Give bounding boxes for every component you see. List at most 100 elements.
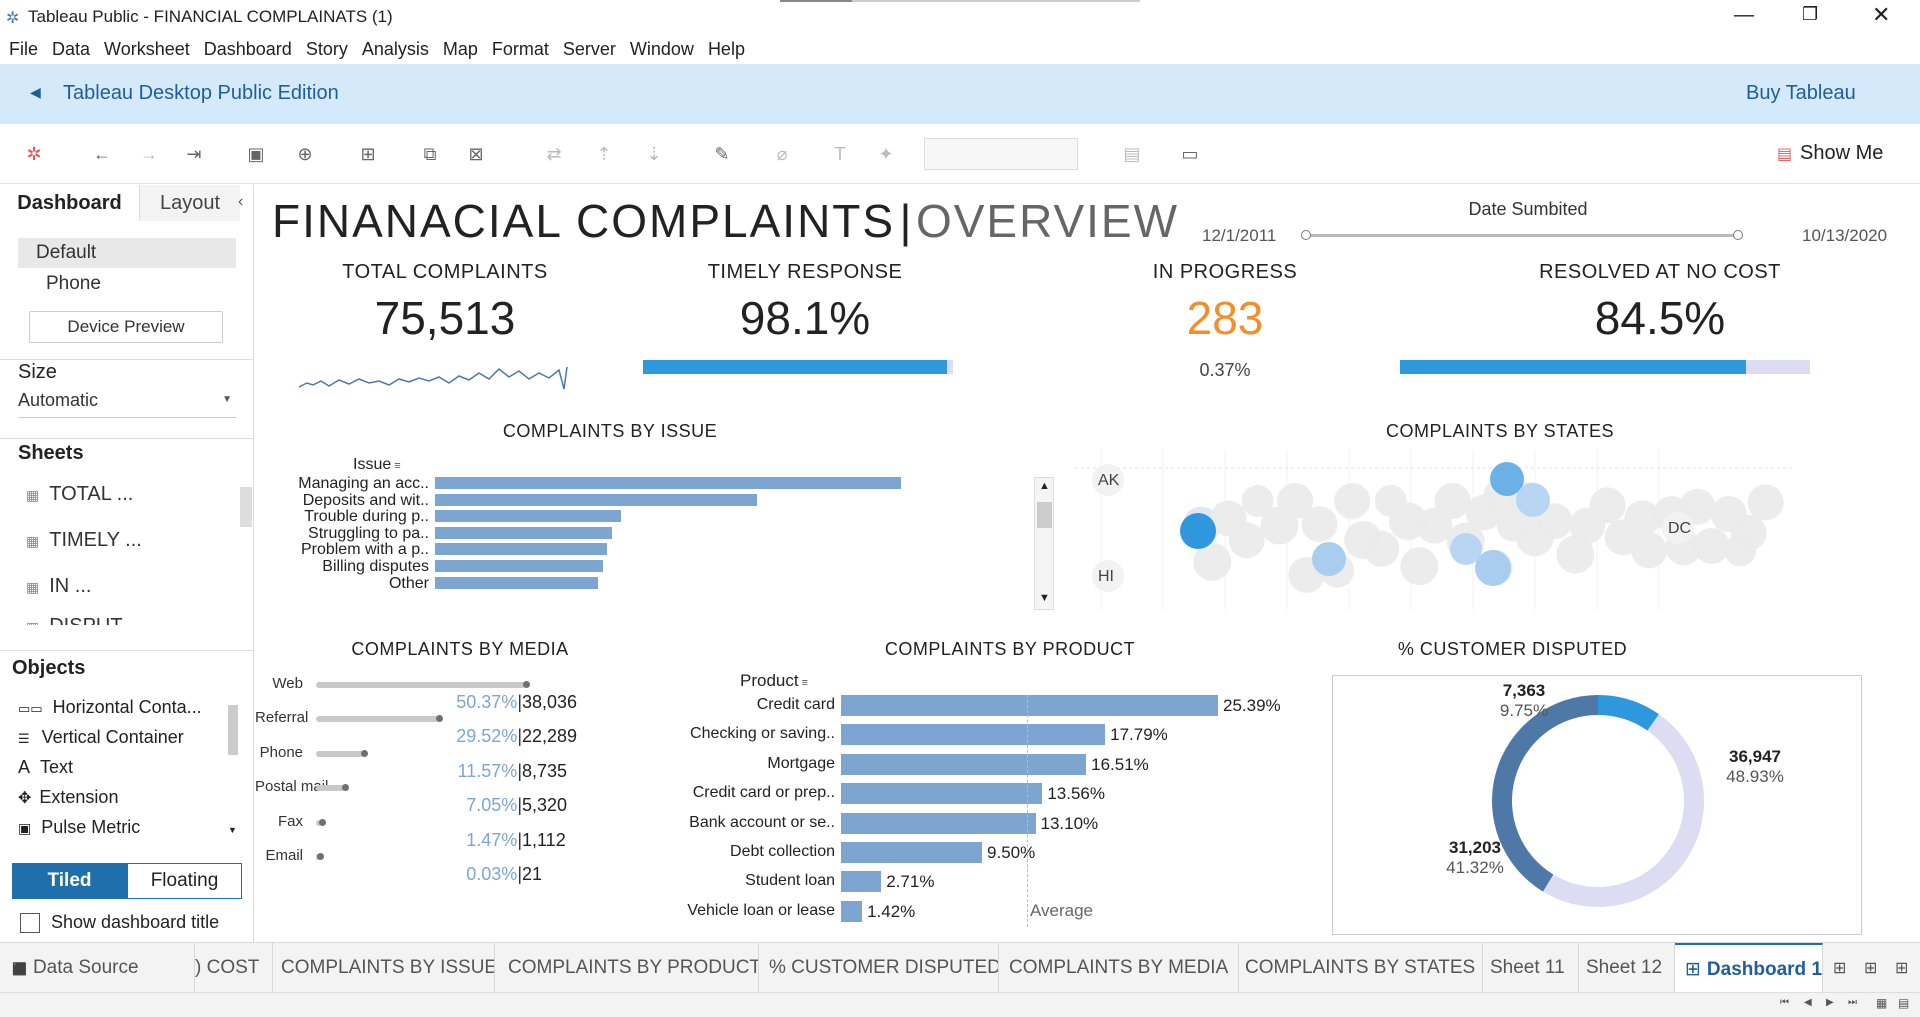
show-cards-icon[interactable]: ▤ [1122, 144, 1142, 164]
sort-icon[interactable]: ≡ [799, 677, 808, 689]
sheet-item[interactable]: ▦ TOTAL ... [26, 483, 133, 506]
device-preview-button[interactable]: Device Preview [29, 311, 223, 343]
menu-server[interactable]: Server [563, 34, 616, 64]
state-bubble-highlight [1312, 542, 1346, 576]
nav-prev-icon[interactable]: ◀ [1804, 997, 1812, 1008]
nav-next-icon[interactable]: ▶ [1826, 997, 1834, 1008]
menu-format[interactable]: Format [492, 34, 549, 64]
menu-worksheet[interactable]: Worksheet [104, 34, 190, 64]
sheet-item[interactable]: ▦ TIMELY ... [26, 529, 142, 552]
size-dropdown[interactable]: Automatic ▼ [18, 390, 236, 418]
tab-sheet[interactable]: COMPLAINTS BY ISSUE [273, 943, 495, 993]
object-extension[interactable]: ✥ Extension [18, 787, 118, 808]
tab-sheet[interactable]: % CUSTOMER DISPUTED [759, 943, 999, 993]
menu-map[interactable]: Map [443, 34, 478, 64]
object-vertical-container[interactable]: ☰ Vertical Container [18, 727, 184, 748]
tab-layout[interactable]: Layout [140, 185, 240, 221]
nav-last-icon[interactable]: ⏭ [1848, 997, 1857, 1008]
objects-scrollbar[interactable] [228, 705, 238, 755]
product-value-label: 25.39% [1223, 696, 1281, 715]
kpi-resolved-value: 84.5% [1594, 292, 1726, 344]
tab-sheet[interactable]: Sheet 12 [1579, 943, 1675, 993]
scroll-down-icon[interactable]: ▼ [228, 825, 237, 835]
label-icon[interactable]: T [830, 144, 850, 164]
restore-icon[interactable]: ❐ [1802, 4, 1818, 25]
new-worksheet-icon[interactable]: ⊞ [1833, 958, 1846, 978]
show-me-button[interactable]: Show Me [1800, 142, 1883, 165]
issue-axis-label: Issue [353, 456, 392, 473]
sheet-item[interactable]: ▦ IN ... [26, 575, 91, 598]
tab-data-source[interactable]: ⬛ Data Source [0, 943, 195, 993]
new-dashboard-icon[interactable]: ⊞ [1864, 958, 1877, 978]
forward-icon[interactable]: → [139, 144, 159, 164]
sheets-list: ▦ TOTAL ... ▦ TIMELY ... ▦ IN ... ▦ DISPUT..… [0, 475, 254, 625]
toolbar: ✲ ← → ⇥ ▣ ⊕ ⊞ ⧉ ⊠ ⇄ ⇡ ⇣ ✎ ⌀ T ✦ ▤ ▭ ▤ Sh… [0, 124, 1920, 184]
menu-window[interactable]: Window [630, 34, 694, 64]
menu-dashboard[interactable]: Dashboard [204, 34, 292, 64]
date-slider-track[interactable] [1306, 234, 1738, 237]
presentation-icon[interactable]: ▭ [1180, 144, 1200, 164]
issue-scrollbar[interactable]: ▲ ▼ [1034, 477, 1054, 610]
floating-button[interactable]: Floating [127, 863, 242, 899]
device-phone[interactable]: Phone [18, 269, 236, 299]
tab-sheet[interactable]: COMPLAINTS BY STATES [1239, 943, 1483, 993]
issue-scroll-thumb[interactable] [1037, 502, 1052, 528]
tab-sheet[interactable]: Sheet 11 [1483, 943, 1579, 993]
state-bubble [1730, 514, 1767, 551]
scroll-up-icon[interactable]: ▲ [1039, 480, 1050, 492]
sort-ascending-icon[interactable]: ⇡ [594, 144, 614, 164]
donut-slice [1543, 714, 1705, 908]
issue-bar [435, 510, 622, 523]
menu-help[interactable]: Help [708, 34, 745, 64]
redo-loop-icon[interactable]: ⇥ [184, 144, 204, 164]
back-icon[interactable]: ← [92, 144, 112, 164]
object-text[interactable]: A Text [18, 757, 73, 778]
swap-icon[interactable]: ⇄ [544, 144, 564, 164]
close-icon[interactable]: ✕ [1872, 2, 1890, 28]
tab-sheet[interactable]: ) COST [195, 943, 273, 993]
tab-sheet[interactable]: COMPLAINTS BY MEDIA [999, 943, 1239, 993]
tab-sheet[interactable]: COMPLAINTS BY PRODUCT [495, 943, 759, 993]
fit-dropdown[interactable] [924, 138, 1078, 170]
sheet-item[interactable]: ▦ DISPUT... [26, 615, 137, 625]
pin-icon[interactable]: ✦ [876, 144, 896, 164]
object-pulse-metric[interactable]: ▣ Pulse Metric [18, 817, 140, 838]
tiled-button[interactable]: Tiled [12, 863, 127, 899]
device-default[interactable]: Default [18, 238, 236, 268]
tab-dashboard-active[interactable]: ⊞ Dashboard 1 [1675, 943, 1823, 993]
duplicate-sheet-icon[interactable]: ⧉ [420, 144, 440, 164]
buy-tableau-link[interactable]: Buy Tableau [1746, 82, 1856, 105]
group-icon[interactable]: ⌀ [772, 144, 792, 164]
issue-category-label: Billing disputes [322, 558, 429, 575]
menu-analysis[interactable]: Analysis [362, 34, 429, 64]
date-slider-start-handle[interactable] [1301, 230, 1311, 240]
nav-first-icon[interactable]: ⏮ [1780, 997, 1789, 1008]
clear-sheet-icon[interactable]: ⊠ [466, 144, 486, 164]
date-slider-end-handle[interactable] [1733, 230, 1743, 240]
object-horizontal-container[interactable]: ▭▭ Horizontal Conta... [18, 697, 202, 718]
highlight-icon[interactable]: ✎ [712, 144, 732, 164]
sort-descending-icon[interactable]: ⇣ [644, 144, 664, 164]
tab-dashboard[interactable]: Dashboard [0, 185, 140, 221]
new-story-icon[interactable]: ⊞ [1895, 958, 1908, 978]
date-filter-label: Date Sumbited [1468, 199, 1588, 219]
menu-data[interactable]: Data [52, 34, 90, 64]
collapse-pane-icon[interactable]: ‹ [238, 193, 243, 211]
menu-file[interactable]: File [9, 34, 38, 64]
product-bar-chart: Credit card 25.39% Checking or saving.. 17.… [655, 695, 1295, 935]
sort-icon[interactable]: ≡ [391, 460, 400, 472]
menu-story[interactable]: Story [306, 34, 348, 64]
show-title-checkbox[interactable] [20, 913, 40, 933]
scroll-down-icon[interactable]: ▼ [1039, 592, 1050, 604]
tableau-logo-icon[interactable]: ✲ [24, 144, 44, 164]
save-icon[interactable]: ▣ [246, 144, 266, 164]
minimize-icon[interactable]: — [1734, 4, 1754, 27]
list-view-icon[interactable]: ▤ [1898, 996, 1909, 1010]
new-data-source-icon[interactable]: ⊕ [295, 144, 315, 164]
grid-view-icon[interactable]: ▦ [1876, 996, 1887, 1010]
state-bubble [1363, 530, 1400, 567]
sheets-scrollbar[interactable] [240, 487, 252, 527]
media-percent: 11.57% [457, 760, 518, 781]
date-filter-start: 12/1/2011 [1202, 226, 1277, 245]
new-worksheet-icon[interactable]: ⊞ [358, 144, 378, 164]
